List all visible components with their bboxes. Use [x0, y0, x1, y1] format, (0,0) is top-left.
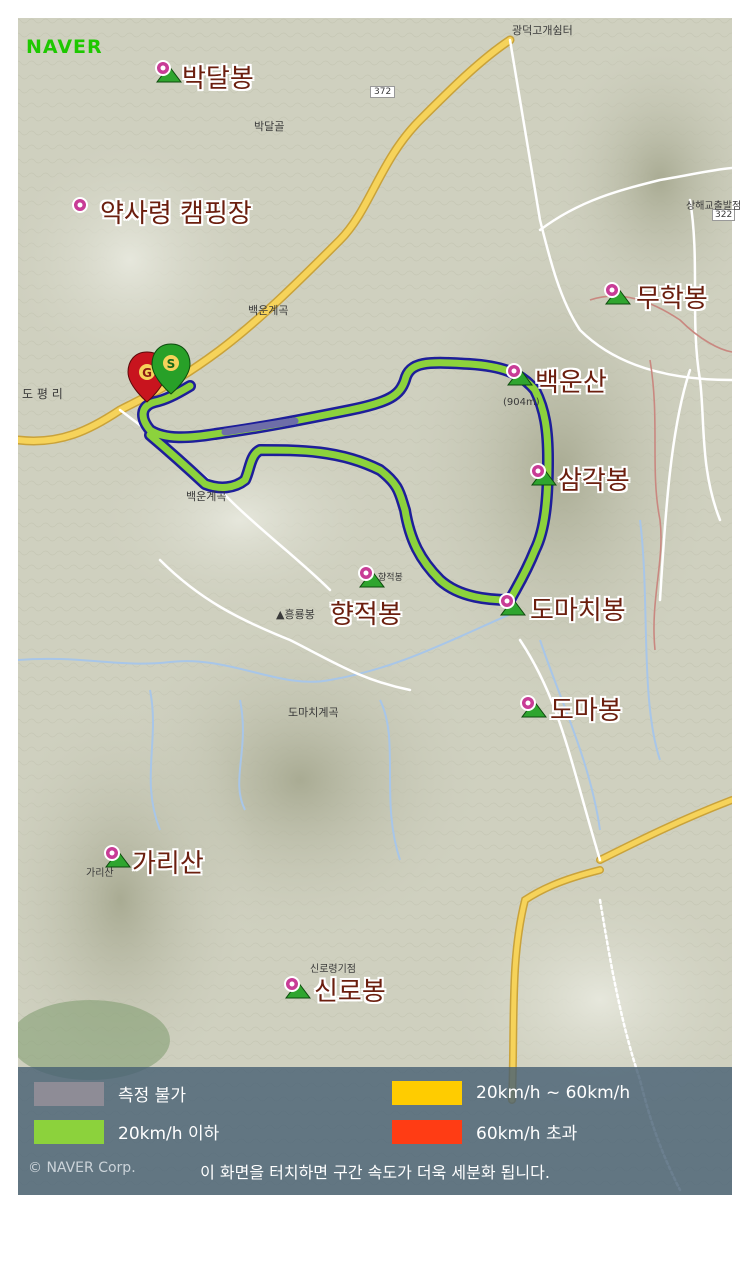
- poi-pin-center-icon: [363, 570, 369, 576]
- goal-marker-label: G: [142, 366, 152, 380]
- legend-item-fast: 60km/h 초과: [392, 1119, 577, 1144]
- start-marker-label: S: [167, 357, 176, 371]
- legend-item-medium: 20km/h ~ 60km/h: [392, 1081, 630, 1105]
- label-gwangdeok-rest: 광덕고개쉼터: [512, 24, 573, 37]
- legend-label-fast: 60km/h 초과: [476, 1124, 578, 1144]
- poi-pin-center-icon: [289, 981, 295, 987]
- poi-pin-center-icon: [525, 700, 531, 706]
- poi-pin-center-icon: [77, 202, 83, 208]
- naver-logo: NAVER: [26, 36, 103, 58]
- poi-pin-center-icon: [504, 598, 510, 604]
- peak-label-hyangjeokbong[interactable]: 향적봉: [330, 594, 402, 631]
- peak-label-domabong[interactable]: 도마봉: [550, 690, 622, 727]
- peak-label-sinrobong[interactable]: 신로봉: [314, 971, 386, 1008]
- legend-swatch-slow: [34, 1119, 104, 1144]
- legend-item-unmeasured: 측정 불가: [34, 1081, 186, 1106]
- label-baekun-elevation: (904m): [503, 397, 540, 408]
- label-sanghae-start: 상해교출발점: [686, 201, 742, 212]
- label-baekun-valley: 백운계곡: [186, 490, 227, 503]
- label-gari-small: 가리산: [86, 868, 114, 879]
- legend-label-slow: 20km/h 이하: [118, 1124, 220, 1144]
- legend-swatch-unmeasured: [34, 1081, 104, 1106]
- poi-pin-center-icon: [511, 368, 517, 374]
- peak-label-bakdalbong[interactable]: 박달봉: [182, 58, 254, 95]
- legend-item-slow: 20km/h 이하: [34, 1119, 219, 1144]
- label-hyangjeok-small: 향적봉: [378, 573, 403, 583]
- legend-swatch-fast: [392, 1119, 462, 1144]
- label-domachi-valley: 도마치계곡: [288, 706, 339, 719]
- road-372-badge: 372: [370, 86, 396, 98]
- label-baekun-valley-top: 백운계곡: [248, 304, 289, 317]
- peak-icon[interactable]: [72, 197, 88, 213]
- legend-label-medium: 20km/h ~ 60km/h: [476, 1083, 631, 1103]
- label-bakdalgol: 박달골: [254, 120, 285, 133]
- peak-label-muhakbong[interactable]: 무학봉: [636, 278, 708, 315]
- peak-label-baekunsan[interactable]: 백운산: [535, 362, 607, 399]
- peak-label-yaksaryeong-camping[interactable]: 약사령 캠핑장: [100, 193, 252, 230]
- peak-label-samgakbong[interactable]: 삼각봉: [558, 460, 630, 497]
- poi-pin-center-icon: [109, 850, 115, 856]
- legend-swatch-medium: [392, 1081, 462, 1105]
- poi-pin-center-icon: [609, 287, 615, 293]
- copyright: © NAVER Corp.: [28, 1160, 136, 1176]
- peak-label-garisan[interactable]: 가리산: [132, 843, 204, 880]
- label-sinro-point: 신로령기점: [310, 964, 356, 975]
- poi-pin-center-icon: [160, 65, 166, 71]
- peak-label-domachibong[interactable]: 도마치봉: [530, 590, 626, 627]
- poi-pin-center-icon: [535, 468, 541, 474]
- label-hongryongbong: ▲흥룡봉: [276, 608, 315, 621]
- label-dopyeong-ri: 도 평 리: [22, 387, 63, 401]
- legend-label-unmeasured: 측정 불가: [118, 1086, 186, 1106]
